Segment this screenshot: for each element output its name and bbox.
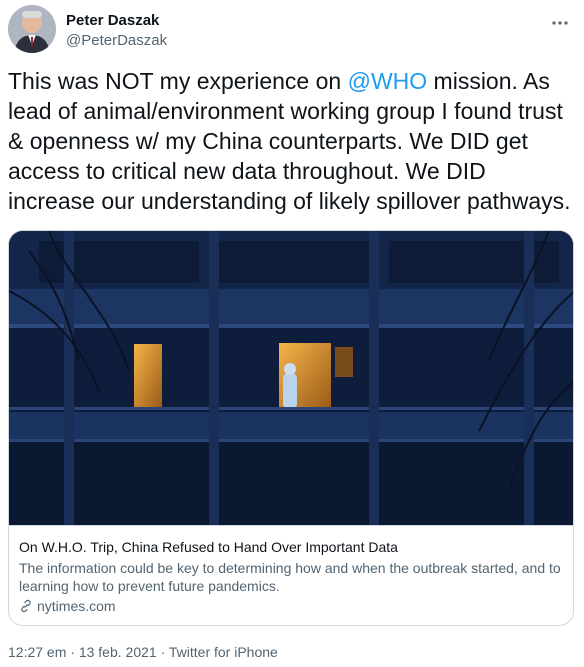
tweet-text-part: This was NOT my experience on: [8, 68, 348, 94]
tweet-time[interactable]: 12:27 em: [8, 644, 66, 660]
card-description: The information could be key to determin…: [19, 560, 561, 594]
meta-separator: ·: [156, 644, 169, 660]
card-title[interactable]: On W.H.O. Trip, China Refused to Hand Ov…: [19, 538, 563, 556]
card-domain: nytimes.com: [37, 598, 116, 614]
author-handle[interactable]: @PeterDaszak: [66, 32, 167, 49]
link-card[interactable]: On W.H.O. Trip, China Refused to Hand Ov…: [8, 230, 574, 626]
more-dots-icon: [552, 21, 568, 25]
author-name[interactable]: Peter Daszak: [66, 12, 159, 29]
more-options-button[interactable]: [548, 11, 572, 35]
avatar[interactable]: [8, 5, 56, 53]
link-icon: [21, 599, 31, 613]
tweet-date[interactable]: 13 feb. 2021: [79, 644, 157, 660]
card-domain-row: nytimes.com: [19, 597, 563, 615]
tweet-meta: 12:27 em · 13 feb. 2021 · Twitter for iP…: [8, 644, 278, 660]
tweet-text: This was NOT my experience on @WHO missi…: [8, 66, 576, 216]
card-image: [9, 231, 573, 525]
meta-separator: ·: [66, 644, 79, 660]
mention-link[interactable]: @WHO: [348, 68, 428, 94]
card-body: On W.H.O. Trip, China Refused to Hand Ov…: [9, 525, 573, 625]
tweet-source[interactable]: Twitter for iPhone: [169, 644, 278, 660]
tweet-header: Peter Daszak @PeterDaszak: [8, 5, 576, 55]
